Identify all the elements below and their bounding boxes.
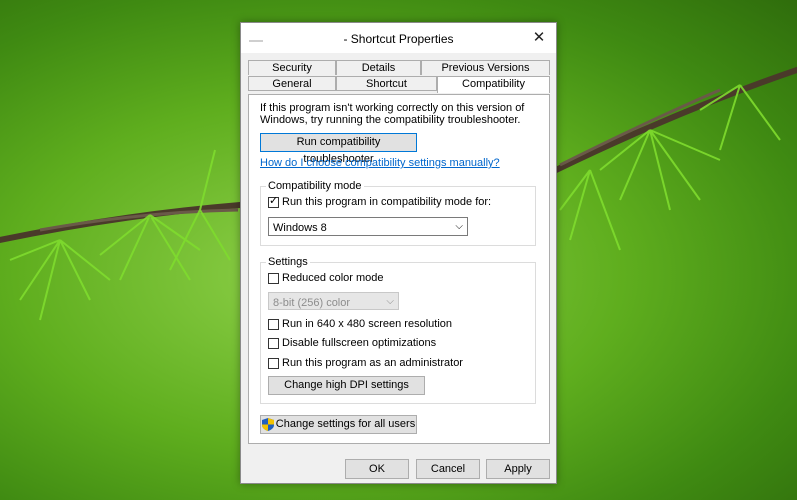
color-depth-select: 8-bit (256) color ⌵ [268,292,399,310]
change-dpi-button[interactable]: Change high DPI settings [268,376,425,395]
disable-fullscreen-label: Disable fullscreen optimizations [282,337,437,349]
tab-previous-versions[interactable]: Previous Versions [421,60,550,75]
reduced-color-row[interactable]: Reduced color mode [268,272,384,285]
compatibility-mode-group: Compatibility mode ✓ Run this program in … [260,180,536,246]
compat-mode-checkbox[interactable]: ✓ [268,195,279,208]
close-icon[interactable]: ✕ [528,28,550,48]
compatibility-mode-title: Compatibility mode [266,180,364,192]
os-select[interactable]: Windows 8 ⌵ [268,217,468,236]
settings-title: Settings [266,256,310,268]
properties-dialog: - Shortcut Properties ✕ Security Details… [240,22,557,484]
chevron-down-icon: ⌵ [386,296,394,307]
change-all-users-button[interactable]: Change settings for all users [260,415,417,434]
apply-button[interactable]: Apply [486,459,550,479]
run-admin-row[interactable]: Run this program as an administrator [268,357,463,370]
window-title: - Shortcut Properties [343,32,454,46]
intro-text: If this program isn't working correctly … [260,102,525,126]
check-icon: ✓ [269,195,279,207]
tab-general[interactable]: General [248,76,336,91]
disable-fullscreen-checkbox[interactable] [268,338,279,349]
compatibility-panel: If this program isn't working correctly … [248,94,550,444]
cancel-button[interactable]: Cancel [416,459,480,479]
title-bar: - Shortcut Properties ✕ [241,23,556,53]
run-admin-label: Run this program as an administrator [282,357,463,369]
run-admin-checkbox[interactable] [268,358,279,369]
ok-button[interactable]: OK [345,459,409,479]
tab-shortcut[interactable]: Shortcut [336,76,437,91]
os-select-value: Windows 8 [273,222,327,234]
run-troubleshooter-button[interactable]: Run compatibility troubleshooter [260,133,417,165]
res-640-checkbox[interactable] [268,319,279,330]
color-depth-value: 8-bit (256) color [273,297,351,309]
tab-compatibility[interactable]: Compatibility [437,76,550,93]
res-640-label: Run in 640 x 480 screen resolution [282,318,452,330]
shield-icon [261,417,274,431]
settings-group: Settings Reduced color mode 8-bit (256) … [260,256,536,404]
change-all-users-label: Change settings for all users [275,418,416,430]
compat-mode-label: Run this program in compatibility mode f… [282,196,492,208]
disable-fullscreen-row[interactable]: Disable fullscreen optimizations [268,337,436,350]
tab-details[interactable]: Details [336,60,421,75]
help-link[interactable]: How do I choose compatibility settings m… [260,157,500,169]
tab-security[interactable]: Security [248,60,336,75]
reduced-color-checkbox[interactable] [268,273,279,284]
reduced-color-label: Reduced color mode [282,272,384,284]
chevron-down-icon: ⌵ [455,221,463,232]
res-640-row[interactable]: Run in 640 x 480 screen resolution [268,318,452,331]
compat-mode-checkbox-row[interactable]: ✓ Run this program in compatibility mode … [268,195,492,209]
